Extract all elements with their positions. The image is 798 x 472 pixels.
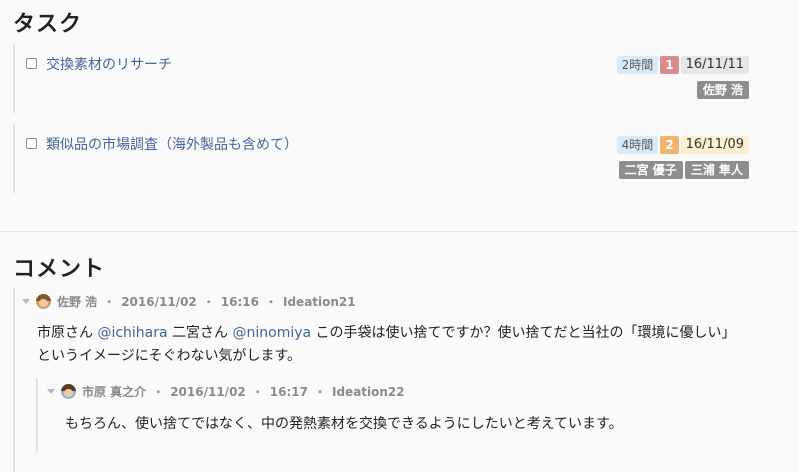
comment-author[interactable]: 佐野 浩 bbox=[57, 293, 97, 310]
section-divider bbox=[0, 231, 798, 232]
mention-link[interactable]: @ichihara bbox=[97, 325, 167, 341]
task-meta: 4時間 2 16/11/09 bbox=[616, 136, 749, 154]
comment-date: 2016/11/02 bbox=[170, 384, 246, 399]
separator: ・ bbox=[313, 385, 326, 399]
comment-text: この手袋は使い捨てですか？使い捨てだと当社の「環境に優しい」 bbox=[311, 325, 736, 341]
task-title-link[interactable]: 類似品の市場調査（海外製品も含めて） bbox=[46, 134, 298, 154]
task-checkbox[interactable] bbox=[26, 58, 37, 69]
comment-date: 2016/11/02 bbox=[121, 294, 197, 309]
comment-header: 佐野 浩 ・ 2016/11/02 ・ 16:16 ・ Ideation21 bbox=[22, 293, 356, 310]
task-due-date: 16/11/11 bbox=[680, 56, 749, 74]
separator: ・ bbox=[251, 385, 264, 399]
comment-time: 16:17 bbox=[269, 384, 308, 399]
comment-text: というイメージにそぐわない気がします。 bbox=[37, 348, 302, 364]
comment-thread: 佐野 浩 ・ 2016/11/02 ・ 16:16 ・ Ideation21 市… bbox=[13, 288, 798, 472]
task-priority-badge: 2 bbox=[660, 136, 679, 154]
separator: ・ bbox=[103, 295, 116, 309]
task-item: 類似品の市場調査（海外製品も含めて） 4時間 2 16/11/09 二宮 優子 … bbox=[13, 123, 753, 193]
task-title-link[interactable]: 交換素材のリサーチ bbox=[46, 54, 172, 74]
task-meta: 2時間 1 16/11/11 bbox=[616, 56, 749, 74]
comment-body: 市原さん @ichihara 二宮さん @ninomiya この手袋は使い捨てで… bbox=[37, 322, 787, 368]
separator: ・ bbox=[202, 295, 215, 309]
comment-author[interactable]: 市原 真之介 bbox=[82, 383, 146, 400]
task-assignees: 佐野 浩 bbox=[696, 81, 749, 99]
mention-link[interactable]: @ninomiya bbox=[233, 325, 312, 341]
avatar bbox=[61, 384, 76, 399]
comment-reply: 市原 真之介 ・ 2016/11/02 ・ 16:17 ・ Ideation22… bbox=[36, 378, 776, 452]
task-estimate-badge: 4時間 bbox=[616, 136, 659, 154]
task-priority-badge: 1 bbox=[660, 56, 679, 74]
comment-text: 二宮さん bbox=[167, 325, 233, 341]
collapse-caret-icon[interactable] bbox=[47, 389, 55, 394]
task-estimate-badge: 2時間 bbox=[616, 56, 659, 74]
assignee-tag[interactable]: 二宮 優子 bbox=[618, 161, 683, 179]
task-assignees: 二宮 優子 三浦 隼人 bbox=[618, 161, 749, 179]
task-checkbox[interactable] bbox=[26, 138, 37, 149]
collapse-caret-icon[interactable] bbox=[22, 299, 30, 304]
avatar bbox=[36, 294, 51, 309]
comments-section-title: コメント bbox=[13, 257, 106, 282]
assignee-tag[interactable]: 佐野 浩 bbox=[696, 81, 749, 99]
task-item: 交換素材のリサーチ 2時間 1 16/11/11 佐野 浩 bbox=[13, 43, 753, 113]
comment-body: もちろん、使い捨てではなく、中の発熱素材を交換できるようにしたいと考えています。 bbox=[65, 416, 623, 432]
comment-time: 16:16 bbox=[220, 294, 259, 309]
assignee-tag[interactable]: 三浦 隼人 bbox=[684, 161, 749, 179]
task-due-date: 16/11/09 bbox=[680, 136, 749, 154]
comment-id[interactable]: Ideation21 bbox=[283, 295, 356, 309]
comment-header: 市原 真之介 ・ 2016/11/02 ・ 16:17 ・ Ideation22 bbox=[47, 383, 405, 400]
separator: ・ bbox=[264, 295, 277, 309]
tasks-section-title: タスク bbox=[13, 12, 83, 37]
separator: ・ bbox=[152, 385, 165, 399]
comment-text: 市原さん bbox=[37, 325, 98, 341]
comment-id[interactable]: Ideation22 bbox=[332, 385, 405, 399]
